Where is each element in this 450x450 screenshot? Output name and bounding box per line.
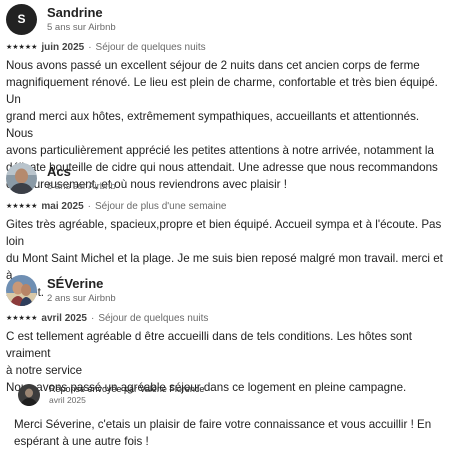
review-header: S Sandrine 5 ans sur Airbnb xyxy=(6,3,446,35)
stay-length: Séjour de plus d'une semaine xyxy=(95,201,227,212)
host-avatar[interactable] xyxy=(18,383,40,406)
review-header: SÉVerine 2 ans sur Airbnb xyxy=(6,274,446,306)
review-date: avril 2025 xyxy=(41,313,87,324)
stay-length: Séjour de quelques nuits xyxy=(95,42,206,53)
reply-text: Merci Séverine, c'etais un plaisir de fa… xyxy=(14,418,432,448)
review-date: mai 2025 xyxy=(41,201,84,212)
member-since: 2 ans sur Airbnb xyxy=(47,292,116,304)
separator-dot: · xyxy=(91,313,95,324)
rating-stars-icon: ★★★★★ xyxy=(6,315,38,322)
stay-length: Séjour de quelques nuits xyxy=(98,313,209,324)
member-since: 5 ans sur Airbnb xyxy=(47,21,116,33)
rating-stars-icon: ★★★★★ xyxy=(6,203,38,210)
reply-author: Réponse envoyée par Valérie Florence xyxy=(49,384,205,394)
reply-info: Réponse envoyée par Valérie Florence avr… xyxy=(49,383,204,406)
avatar-photo-icon xyxy=(6,162,37,194)
separator-dot: · xyxy=(87,201,91,212)
review-card: SÉVerine 2 ans sur Airbnb ★★★★★ avril 20… xyxy=(6,274,446,396)
host-avatar-photo-icon xyxy=(18,383,40,406)
review-meta: ★★★★★ juin 2025 · Séjour de quelques nui… xyxy=(6,42,446,54)
reviewer-name[interactable]: SÉVerine xyxy=(47,276,116,292)
review-meta: ★★★★★ avril 2025 · Séjour de quelques nu… xyxy=(6,313,446,325)
review-date: juin 2025 xyxy=(41,42,85,53)
reviewer-info: Acs 6 ans sur Airbnb xyxy=(47,164,116,193)
reviewer-name[interactable]: Sandrine xyxy=(47,5,116,21)
review-meta: ★★★★★ mai 2025 · Séjour de plus d'une se… xyxy=(6,201,446,213)
avatar[interactable] xyxy=(6,162,37,194)
reviewer-info: SÉVerine 2 ans sur Airbnb xyxy=(47,276,116,305)
rating-stars-icon: ★★★★★ xyxy=(6,44,38,51)
avatar-photo-icon xyxy=(6,274,37,306)
reviewer-name[interactable]: Acs xyxy=(47,164,116,180)
reply-header: Réponse envoyée par Valérie Florence avr… xyxy=(18,383,438,406)
avatar[interactable]: S xyxy=(6,3,37,35)
separator-dot: · xyxy=(88,42,92,53)
member-since: 6 ans sur Airbnb xyxy=(47,180,116,192)
reviewer-info: Sandrine 5 ans sur Airbnb xyxy=(47,5,116,34)
avatar[interactable] xyxy=(6,274,37,306)
host-reply: Réponse envoyée par Valérie Florence avr… xyxy=(14,383,438,450)
reply-date: avril 2025 xyxy=(49,395,86,405)
review-header: Acs 6 ans sur Airbnb xyxy=(6,162,446,194)
